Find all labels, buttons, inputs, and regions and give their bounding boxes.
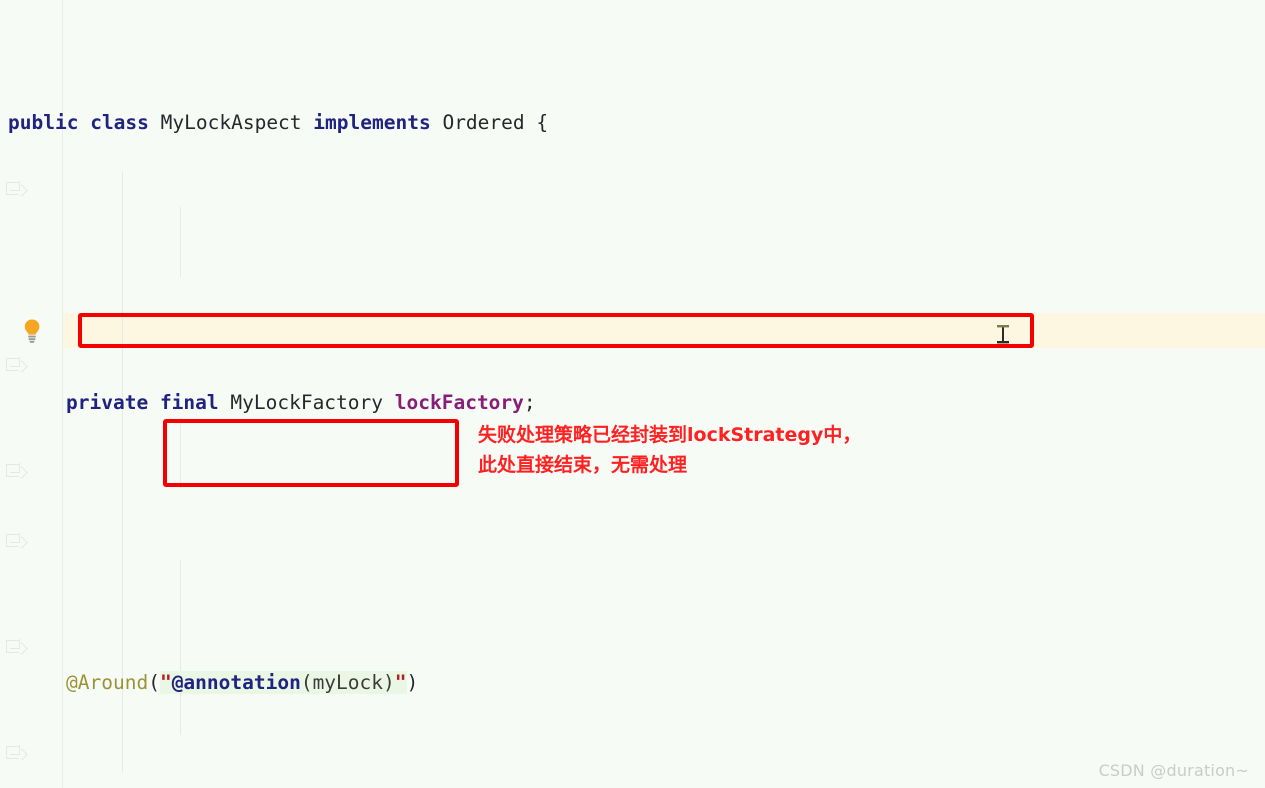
keyword-implements: implements — [313, 111, 431, 134]
string-keyword-annotation: @annotation — [171, 671, 301, 694]
quote-open: " — [159, 671, 172, 694]
watermark: CSDN @duration~ — [1098, 761, 1249, 780]
quote-close: " — [394, 671, 407, 694]
annotation-around: @Around — [66, 671, 149, 694]
field-name-lockfactory: lockFactory — [394, 391, 524, 414]
keyword-final: final — [159, 391, 219, 414]
code-editor-screenshot: public class MyLockAspect implements Ord… — [0, 0, 1265, 788]
open-brace: { — [536, 111, 549, 134]
code-line-4-blank — [0, 525, 1265, 560]
code-content[interactable]: public class MyLockAspect implements Ord… — [0, 0, 1265, 788]
paren-open: ( — [148, 671, 160, 694]
red-annotation-note: 失败处理策略已经封装到lockStrategy中， 此处直接结束，无需处理 — [478, 424, 862, 476]
string-arg: (myLock) — [300, 671, 395, 694]
code-line-5-annotation[interactable]: @Around("@annotation(myLock)") — [0, 665, 1265, 700]
text-cursor-icon — [997, 325, 1009, 344]
keyword-private: private — [66, 391, 149, 414]
code-line-2-blank — [0, 245, 1265, 280]
paren-close: ) — [406, 671, 419, 694]
code-line-3[interactable]: private final MyLockFactory lockFactory; — [0, 385, 1265, 420]
semicolon: ; — [523, 391, 536, 414]
class-name: MyLockAspect — [160, 111, 302, 134]
interface-name: Ordered — [442, 111, 525, 134]
string-literal: "@annotation(myLock)" — [159, 671, 407, 694]
field-type: MyLockFactory — [230, 391, 384, 414]
keyword-public: public — [8, 111, 79, 134]
code-line-1[interactable]: public class MyLockAspect implements Ord… — [0, 105, 1265, 140]
keyword-class: class — [90, 111, 149, 134]
